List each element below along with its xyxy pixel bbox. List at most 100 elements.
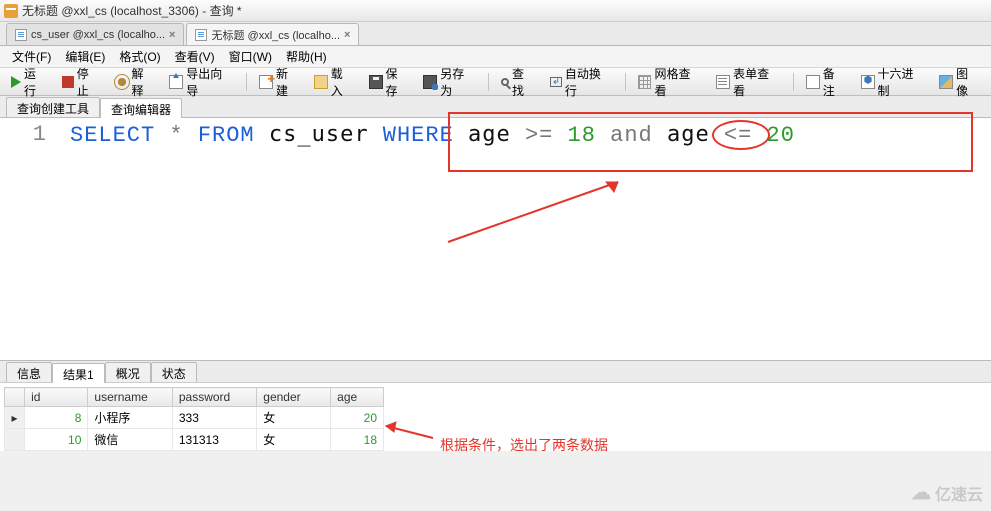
saveas-button[interactable]: 另存为	[418, 62, 481, 102]
cell-id[interactable]: 10	[25, 429, 88, 451]
app-icon	[4, 4, 18, 18]
cell-username[interactable]: 小程序	[88, 407, 172, 429]
tab-result1[interactable]: 结果1	[52, 363, 105, 383]
hex-button[interactable]: 十六进制	[856, 62, 931, 102]
tok-star: *	[169, 123, 183, 148]
separator	[625, 73, 626, 91]
table-icon	[15, 29, 27, 41]
btn-label: 图像	[956, 65, 980, 99]
close-icon[interactable]: ×	[344, 29, 350, 41]
kw-where: WHERE	[383, 123, 454, 148]
file-tab-strip: cs_user @xxl_cs (localho... × 无标题 @xxl_c…	[0, 22, 991, 46]
search-icon	[501, 78, 509, 86]
btn-label: 表单查看	[733, 65, 781, 99]
grid-icon	[638, 75, 652, 89]
cell-password[interactable]: 131313	[172, 429, 256, 451]
save-icon	[369, 75, 383, 89]
separator	[488, 73, 489, 91]
gear-icon	[115, 75, 129, 89]
tab-info[interactable]: 信息	[6, 362, 52, 382]
col-age[interactable]: age	[331, 388, 384, 407]
stop-icon	[62, 76, 74, 88]
btn-label: 另存为	[440, 65, 476, 99]
btn-label: 网格查看	[654, 65, 702, 99]
grid-header-row: id username password gender age	[5, 388, 384, 407]
btn-label: 解释	[132, 65, 156, 99]
toolbar: 运行 停止 解释 导出向导 新建 载入 保存 另存为 查找 自动换行 网格查看 …	[0, 68, 991, 96]
window-titlebar: 无标题 @xxl_cs (localhost_3306) - 查询 *	[0, 0, 991, 22]
folder-icon	[314, 75, 328, 89]
tab-builder[interactable]: 查询创建工具	[6, 97, 100, 117]
sql-editor[interactable]: 1 SELECT * FROM cs_user WHERE age >= 18 …	[0, 118, 991, 360]
col-gender[interactable]: gender	[257, 388, 331, 407]
col-password[interactable]: password	[172, 388, 256, 407]
btn-label: 运行	[24, 65, 48, 99]
save-button[interactable]: 保存	[364, 62, 415, 102]
export-icon	[169, 75, 183, 89]
saveas-icon	[423, 75, 437, 89]
col-id[interactable]: id	[25, 388, 88, 407]
btn-label: 查找	[512, 65, 536, 99]
btn-label: 停止	[77, 65, 101, 99]
cell-age[interactable]: 18	[331, 429, 384, 451]
separator	[246, 73, 247, 91]
btn-label: 载入	[331, 65, 355, 99]
image-button[interactable]: 图像	[934, 62, 985, 102]
wrap-button[interactable]: 自动换行	[545, 62, 618, 102]
annotation-text: 根据条件，选出了两条数据	[440, 435, 608, 455]
cloud-icon: ☁	[911, 480, 931, 505]
cell-id[interactable]: 8	[25, 407, 88, 429]
kw-from: FROM	[198, 123, 255, 148]
file-tab-query[interactable]: 无标题 @xxl_cs (localho... ×	[186, 23, 359, 45]
annotation-arrow-left	[378, 416, 438, 446]
stop-button[interactable]: 停止	[57, 62, 106, 102]
btn-label: 自动换行	[565, 65, 613, 99]
line-gutter: 1	[0, 118, 60, 360]
tok-table: cs_user	[269, 122, 369, 147]
btn-label: 保存	[386, 65, 410, 99]
cell-username[interactable]: 微信	[88, 429, 172, 451]
row-indicator: ▸	[5, 407, 25, 429]
file-tab-label: cs_user @xxl_cs (localho...	[31, 29, 165, 41]
btn-label: 备注	[823, 65, 847, 99]
hex-icon	[861, 75, 875, 89]
explain-button[interactable]: 解释	[110, 62, 161, 102]
file-tab-csuser[interactable]: cs_user @xxl_cs (localho... ×	[6, 23, 184, 45]
gridview-button[interactable]: 网格查看	[633, 62, 708, 102]
cell-gender[interactable]: 女	[257, 407, 331, 429]
table-row[interactable]: 10 微信 131313 女 18	[5, 429, 384, 451]
table-row[interactable]: ▸ 8 小程序 333 女 20	[5, 407, 384, 429]
note-button[interactable]: 备注	[801, 62, 852, 102]
wrap-icon	[550, 77, 562, 87]
col-username[interactable]: username	[88, 388, 172, 407]
new-button[interactable]: 新建	[254, 62, 305, 102]
separator	[793, 73, 794, 91]
btn-label: 导出向导	[186, 65, 234, 99]
row-indicator	[5, 429, 25, 451]
line-number: 1	[33, 122, 46, 147]
file-tab-label: 无标题 @xxl_cs (localho...	[211, 27, 340, 43]
watermark-text: 亿速云	[935, 481, 983, 505]
cell-gender[interactable]: 女	[257, 429, 331, 451]
cell-password[interactable]: 333	[172, 407, 256, 429]
annotation-rect	[448, 112, 973, 172]
tab-status[interactable]: 状态	[151, 362, 197, 382]
tab-editor[interactable]: 查询编辑器	[100, 98, 182, 118]
btn-label: 新建	[276, 65, 300, 99]
window-title: 无标题 @xxl_cs (localhost_3306) - 查询 *	[22, 2, 242, 19]
tab-profile[interactable]: 概况	[105, 362, 151, 382]
play-icon	[11, 76, 21, 88]
find-button[interactable]: 查找	[496, 62, 541, 102]
load-button[interactable]: 载入	[309, 62, 360, 102]
run-button[interactable]: 运行	[6, 62, 53, 102]
annotation-arrow-up	[438, 172, 638, 252]
cell-age[interactable]: 20	[331, 407, 384, 429]
formview-button[interactable]: 表单查看	[711, 62, 786, 102]
annotation-circle-and	[712, 120, 770, 150]
close-icon[interactable]: ×	[169, 29, 175, 41]
watermark: ☁ 亿速云	[911, 480, 983, 505]
row-handle-header	[5, 388, 25, 407]
result-tab-strip: 信息 结果1 概况 状态	[0, 361, 991, 383]
kw-select: SELECT	[70, 123, 155, 148]
export-button[interactable]: 导出向导	[164, 62, 239, 102]
